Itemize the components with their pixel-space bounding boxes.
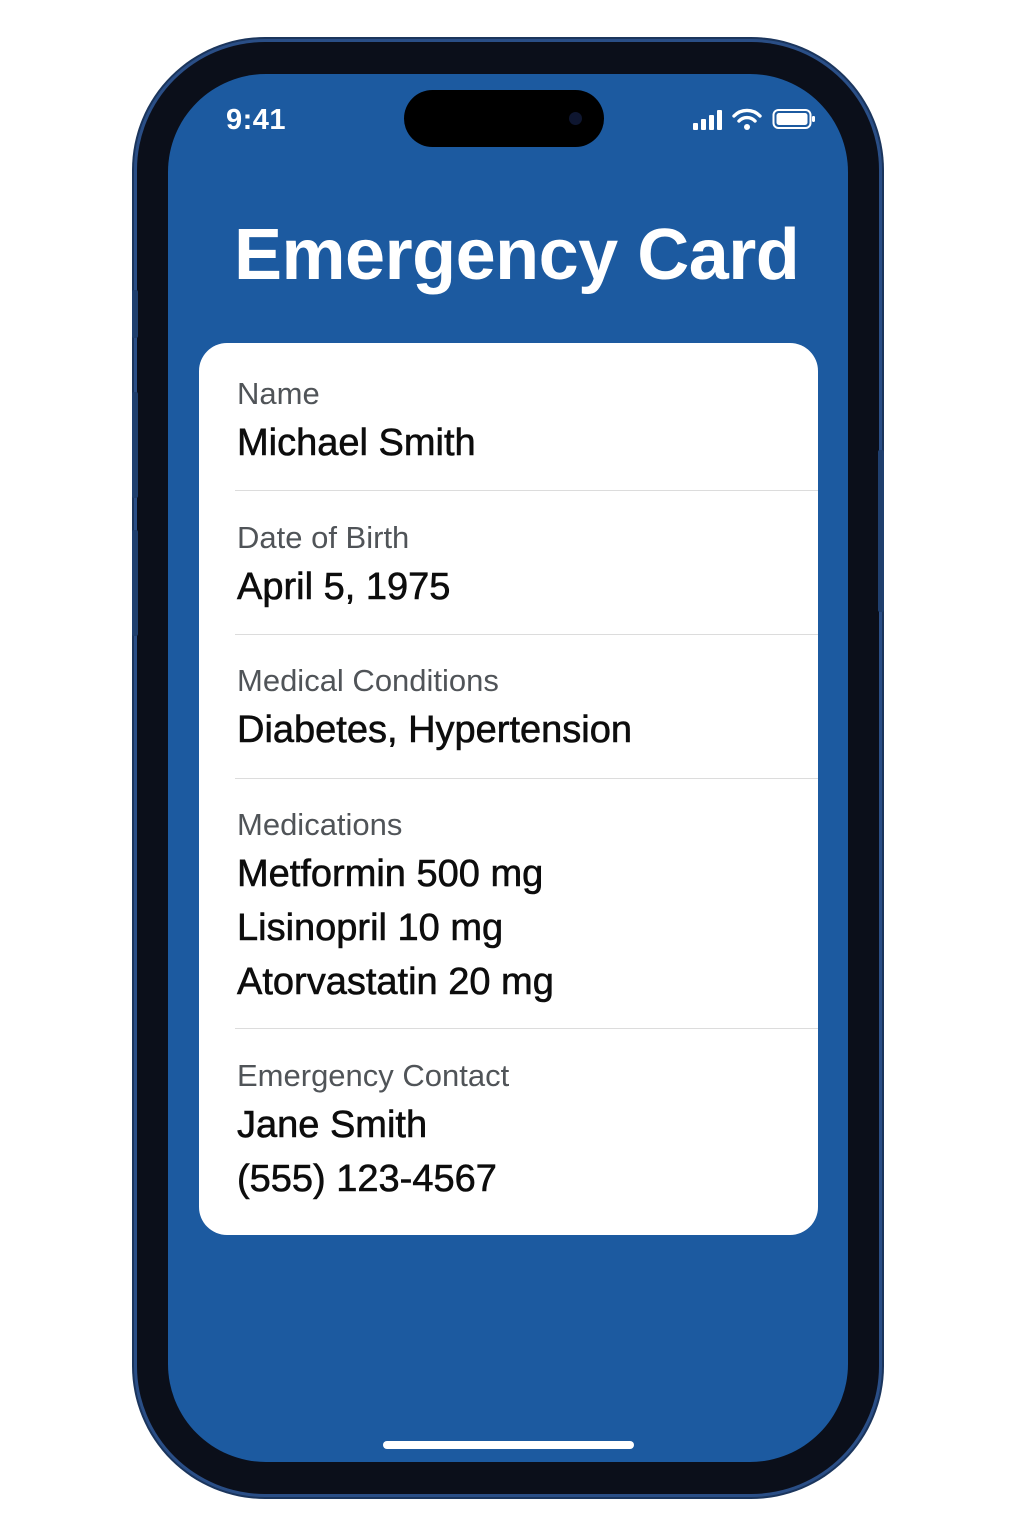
field-name: Name Michael Smith (237, 372, 818, 470)
field-value: Diabetes, Hypertension (237, 709, 633, 752)
field-value: Jane Smith (237, 1104, 428, 1147)
action-button (132, 290, 138, 338)
phone-screen: 9:41 Emergency Card Name Michael Smith D… (168, 74, 848, 1462)
home-indicator[interactable] (383, 1441, 634, 1449)
field-value: Michael Smith (237, 422, 476, 465)
dynamic-island (404, 90, 604, 147)
volume-down-button (132, 530, 138, 636)
divider (235, 778, 818, 779)
divider (235, 634, 818, 635)
field-emergency-contact: Emergency Contact Jane Smith (555) 123-4… (237, 1054, 818, 1206)
field-medical-conditions: Medical Conditions Diabetes, Hypertensio… (237, 659, 818, 757)
field-value: Atorvastatin 20 mg (237, 961, 554, 1004)
field-label: Emergency Contact (237, 1058, 510, 1093)
field-value: (555) 123-4567 (237, 1158, 497, 1201)
volume-up-button (132, 392, 138, 498)
field-value: Metformin 500 mg (237, 853, 544, 896)
battery-icon (772, 109, 815, 129)
wifi-icon (732, 108, 762, 130)
field-label: Name (237, 376, 320, 411)
divider (235, 490, 818, 491)
field-value: Lisinopril 10 mg (237, 907, 504, 950)
cellular-signal-icon (693, 110, 722, 130)
field-medications: Medications Metformin 500 mg Lisinopril … (237, 803, 818, 1009)
field-label: Medical Conditions (237, 663, 499, 698)
divider (235, 1028, 818, 1029)
field-date-of-birth: Date of Birth April 5, 1975 (237, 516, 818, 614)
power-button (878, 450, 884, 612)
page-title: Emergency Card (234, 215, 800, 295)
field-value: April 5, 1975 (237, 566, 451, 609)
field-label: Medications (237, 807, 403, 842)
emergency-info-card: Name Michael Smith Date of Birth April 5… (199, 343, 818, 1235)
status-time: 9:41 (226, 104, 287, 136)
field-label: Date of Birth (237, 520, 410, 555)
camera-icon (569, 112, 582, 125)
status-icons (693, 108, 816, 130)
